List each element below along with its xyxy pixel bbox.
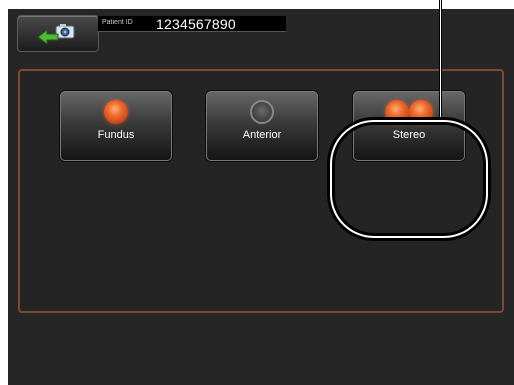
- stereo-mode-button[interactable]: Stereo: [353, 91, 465, 161]
- indicator-lamp-on-icon: [104, 100, 128, 124]
- patient-id-value: 1234567890: [156, 16, 236, 32]
- anterior-label: Anterior: [242, 129, 282, 141]
- stereo-label: Stereo: [392, 129, 426, 141]
- anterior-mode-button[interactable]: Anterior: [206, 91, 318, 161]
- stereo-indicator: [354, 100, 464, 124]
- fundus-indicator: [61, 100, 171, 124]
- device-screen: Patient ID 1234567890 Fundus Anterior St…: [8, 9, 514, 385]
- patient-id-field: Patient ID 1234567890: [98, 16, 286, 32]
- back-camera-icon: [37, 24, 75, 46]
- fundus-mode-button[interactable]: Fundus: [60, 91, 172, 161]
- indicator-lamp-on-icon: [409, 100, 433, 124]
- indicator-lamp-off-icon: [250, 100, 274, 124]
- anterior-indicator: [207, 100, 317, 124]
- fundus-label: Fundus: [97, 129, 135, 141]
- back-button[interactable]: [17, 15, 99, 52]
- patient-id-label: Patient ID: [102, 19, 133, 26]
- indicator-lamp-on-icon: [385, 100, 409, 124]
